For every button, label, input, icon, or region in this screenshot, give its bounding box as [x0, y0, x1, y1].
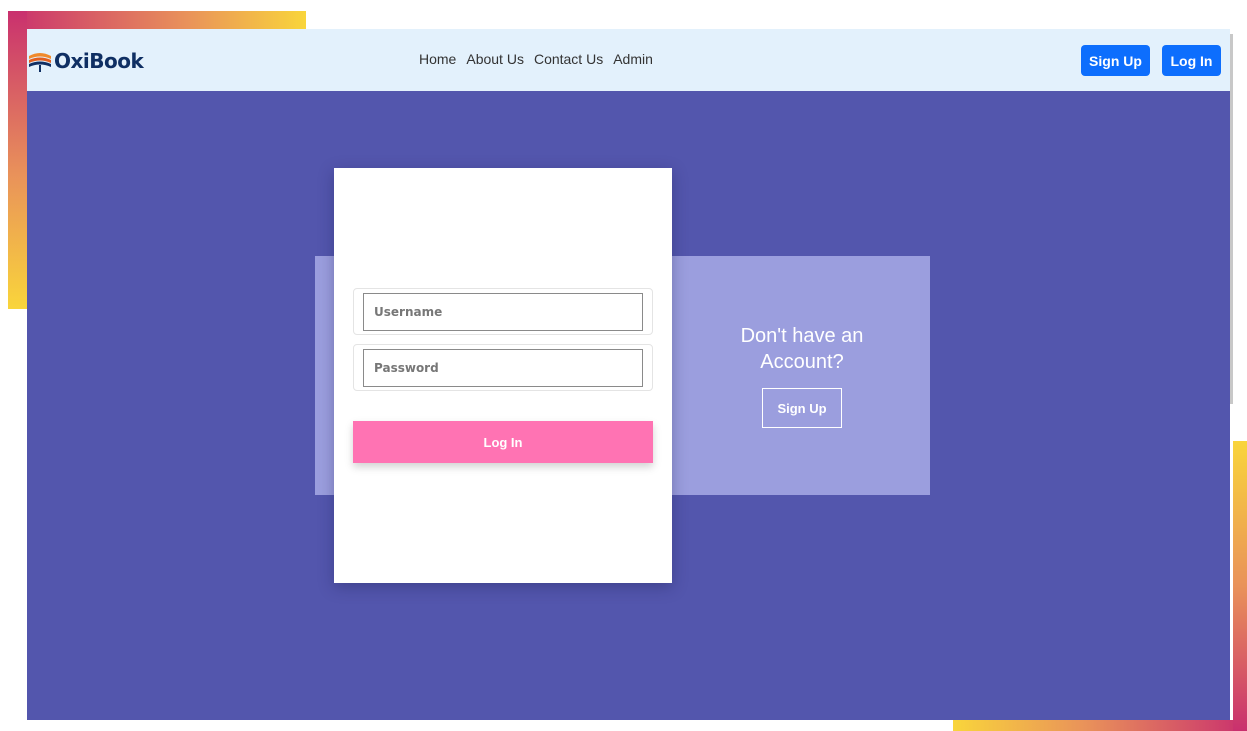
nav-link-about-us[interactable]: About Us	[466, 51, 524, 67]
nav-link-contact-us[interactable]: Contact Us	[534, 51, 603, 67]
scrollbar-thumb[interactable]	[1230, 34, 1233, 404]
password-field-wrapper	[353, 344, 653, 391]
brand-logo[interactable]: OxiBook	[27, 47, 144, 75]
decorative-corner-top-left	[8, 11, 306, 29]
decorative-corner-bottom-right	[953, 719, 1247, 731]
brand-name: OxiBook	[54, 49, 144, 73]
signup-button[interactable]: Sign Up	[1081, 45, 1150, 76]
signup-prompt-title: Don't have an Account?	[740, 325, 864, 373]
nav-links: Home About Us Contact Us Admin	[419, 51, 663, 67]
username-field-wrapper	[353, 288, 653, 335]
login-card: Log In	[334, 168, 672, 583]
nav-link-home[interactable]: Home	[419, 51, 456, 67]
browser-viewport: OxiBook Home About Us Contact Us Admin S…	[27, 29, 1230, 720]
decorative-corner-left	[8, 11, 27, 309]
signup-prompt-button[interactable]: Sign Up	[762, 388, 842, 428]
navbar: OxiBook Home About Us Contact Us Admin S…	[27, 29, 1230, 91]
password-input[interactable]	[363, 349, 643, 387]
decorative-corner-right	[1233, 441, 1247, 731]
login-nav-button[interactable]: Log In	[1162, 45, 1221, 76]
login-submit-button[interactable]: Log In	[353, 421, 653, 463]
book-stack-icon	[29, 53, 51, 72]
username-input[interactable]	[363, 293, 643, 331]
nav-link-admin[interactable]: Admin	[613, 51, 653, 67]
